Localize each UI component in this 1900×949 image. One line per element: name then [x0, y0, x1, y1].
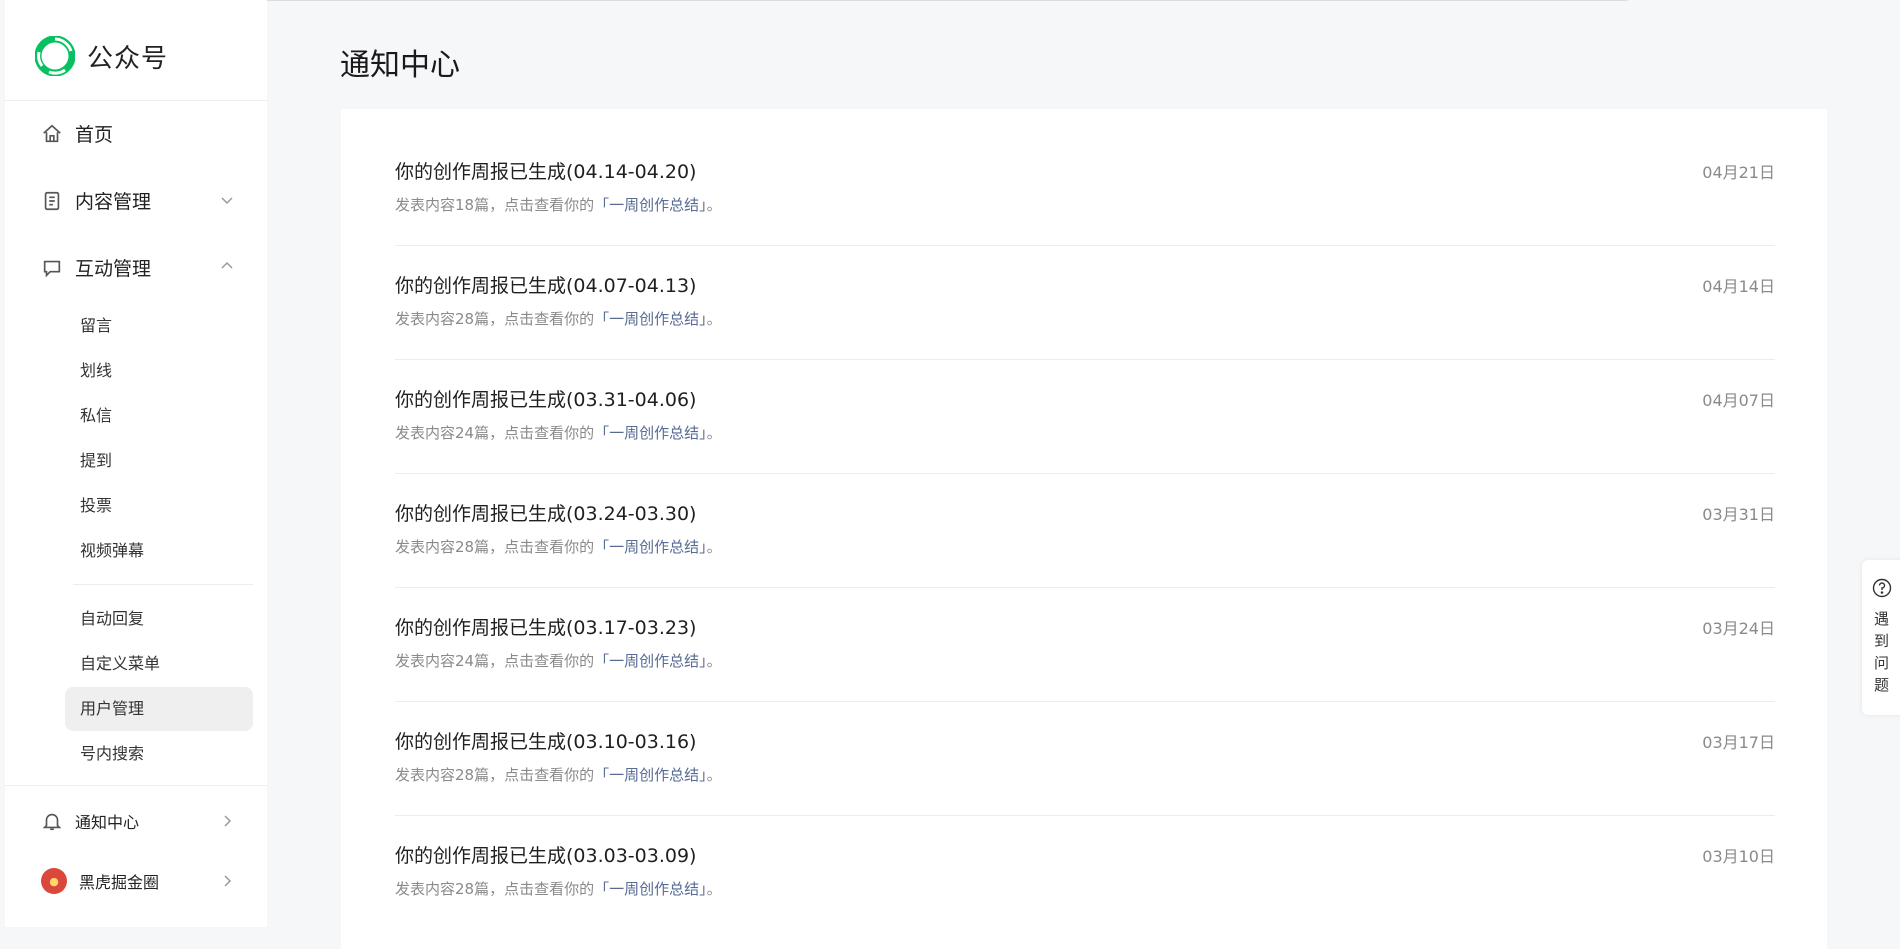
nav-content-mgmt[interactable]: 内容管理	[41, 187, 151, 214]
bell-icon	[42, 813, 62, 831]
sub-item-messages[interactable]: 私信	[65, 394, 253, 438]
weekly-summary-link[interactable]: 「一周创作总结」	[594, 766, 707, 784]
sub-item-highlights[interactable]: 划线	[65, 349, 253, 393]
nav-notifications[interactable]: 通知中心	[41, 809, 139, 833]
notice-desc-end: 。	[706, 766, 722, 784]
chevron-right-icon[interactable]	[219, 873, 235, 889]
nav-home-label: 首页	[75, 124, 114, 146]
nav-home[interactable]: 首页	[41, 120, 113, 147]
nav-account[interactable]: ● 黑虎掘金圈	[41, 868, 159, 894]
sub-item-video-danmaku[interactable]: 视频弹幕	[65, 529, 253, 573]
notice-desc-text: 发表内容18篇，点击查看你的	[395, 196, 595, 214]
notice-desc-end: 。	[706, 880, 722, 898]
logo[interactable]: 公众号	[35, 36, 168, 76]
sub-item-auto-reply[interactable]: 自动回复	[65, 597, 253, 641]
document-icon	[44, 191, 60, 210]
browser-top-edge	[150, 0, 1632, 1]
wechat-official-logo-icon	[35, 36, 75, 76]
notice-desc: 发表内容28篇，点击查看你的「一周创作总结」。	[395, 536, 722, 557]
sub-item-comments[interactable]: 留言	[65, 304, 253, 348]
notice-title: 你的创作周报已生成(03.17-03.23)	[395, 617, 697, 639]
weekly-summary-link[interactable]: 「一周创作总结」	[594, 538, 707, 556]
notice-desc-text: 发表内容24篇，点击查看你的	[395, 424, 595, 442]
sub-item-votes[interactable]: 投票	[65, 484, 253, 528]
notice-date: 03月31日	[1702, 505, 1775, 524]
sub-item-account-search[interactable]: 号内搜索	[65, 732, 253, 776]
notice-desc-end: 。	[706, 538, 722, 556]
notice-date: 04月21日	[1702, 163, 1775, 182]
sidebar: 公众号 首页 内容管理 互动管理 留言 划线 私信 提到 投票 视频弹幕 自动回…	[5, 0, 267, 927]
notification-list: 你的创作周报已生成(04.14-04.20) 发表内容18篇，点击查看你的「一周…	[341, 109, 1827, 949]
account-name: 黑虎掘金圈	[79, 873, 160, 892]
notice-desc-text: 发表内容28篇，点击查看你的	[395, 310, 595, 328]
notice-item[interactable]: 你的创作周报已生成(03.17-03.23) 发表内容24篇，点击查看你的「一周…	[395, 587, 1775, 702]
notice-desc-text: 发表内容28篇，点击查看你的	[395, 766, 595, 784]
weekly-summary-link[interactable]: 「一周创作总结」	[594, 652, 707, 670]
notice-date: 04月07日	[1702, 391, 1775, 410]
nav-notifications-label: 通知中心	[75, 813, 140, 832]
notice-desc-text: 发表内容24篇，点击查看你的	[395, 652, 595, 670]
notice-item[interactable]: 你的创作周报已生成(03.03-03.09) 发表内容28篇，点击查看你的「一周…	[395, 815, 1775, 929]
notice-desc-end: 。	[706, 196, 722, 214]
notice-desc: 发表内容24篇，点击查看你的「一周创作总结」。	[395, 650, 722, 671]
sub-item-user-mgmt[interactable]: 用户管理	[65, 687, 253, 731]
sub-item-custom-menu[interactable]: 自定义菜单	[65, 642, 253, 686]
notice-desc-text: 发表内容28篇，点击查看你的	[395, 880, 595, 898]
app-name: 公众号	[87, 43, 169, 74]
weekly-summary-link[interactable]: 「一周创作总结」	[594, 196, 707, 214]
notice-item[interactable]: 你的创作周报已生成(03.31-04.06) 发表内容24篇，点击查看你的「一周…	[395, 359, 1775, 474]
chevron-up-icon[interactable]	[219, 258, 235, 274]
chevron-down-icon[interactable]	[219, 192, 235, 208]
notice-date: 03月24日	[1702, 619, 1775, 638]
notice-item[interactable]: 你的创作周报已生成(04.07-04.13) 发表内容28篇，点击查看你的「一周…	[395, 245, 1775, 360]
notice-item[interactable]: 你的创作周报已生成(03.24-03.30) 发表内容28篇，点击查看你的「一周…	[395, 473, 1775, 588]
notice-date: 03月10日	[1702, 847, 1775, 866]
help-widget[interactable]: 遇到问题	[1862, 560, 1900, 715]
notice-title: 你的创作周报已生成(03.24-03.30)	[395, 503, 697, 525]
notice-item[interactable]: 你的创作周报已生成(04.14-04.20) 发表内容18篇，点击查看你的「一周…	[395, 131, 1775, 246]
notice-desc-end: 。	[706, 310, 722, 328]
account-avatar: ●	[41, 868, 67, 894]
weekly-summary-link[interactable]: 「一周创作总结」	[594, 310, 707, 328]
nav-interaction-mgmt[interactable]: 互动管理	[41, 254, 151, 281]
page-title: 通知中心	[340, 48, 460, 83]
sidebar-divider	[5, 100, 267, 101]
notice-date: 04月14日	[1702, 277, 1775, 296]
notice-desc: 发表内容28篇，点击查看你的「一周创作总结」。	[395, 878, 722, 899]
sub-item-mentions[interactable]: 提到	[65, 439, 253, 483]
nav-interaction-mgmt-label: 互动管理	[75, 258, 152, 280]
sidebar-divider-bottom	[5, 785, 267, 786]
chevron-right-icon[interactable]	[219, 813, 235, 829]
notice-desc: 发表内容24篇，点击查看你的「一周创作总结」。	[395, 422, 722, 443]
notice-desc: 发表内容28篇，点击查看你的「一周创作总结」。	[395, 764, 722, 785]
notice-desc-text: 发表内容28篇，点击查看你的	[395, 538, 595, 556]
notice-title: 你的创作周报已生成(03.10-03.16)	[395, 731, 697, 753]
notice-title: 你的创作周报已生成(03.03-03.09)	[395, 845, 697, 867]
submenu-divider	[73, 584, 253, 585]
notice-title: 你的创作周报已生成(04.07-04.13)	[395, 275, 697, 297]
nav-content-mgmt-label: 内容管理	[75, 191, 152, 213]
notice-desc-end: 。	[706, 652, 722, 670]
help-label: 遇到问题	[1874, 610, 1890, 694]
home-icon	[43, 124, 61, 142]
notice-desc: 发表内容28篇，点击查看你的「一周创作总结」。	[395, 308, 722, 329]
weekly-summary-link[interactable]: 「一周创作总结」	[594, 424, 707, 442]
notice-title: 你的创作周报已生成(03.31-04.06)	[395, 389, 697, 411]
message-icon	[43, 260, 61, 277]
notice-desc: 发表内容18篇，点击查看你的「一周创作总结」。	[395, 194, 722, 215]
weekly-summary-link[interactable]: 「一周创作总结」	[594, 880, 707, 898]
notice-date: 03月17日	[1702, 733, 1775, 752]
question-icon	[1872, 578, 1892, 598]
notice-item[interactable]: 你的创作周报已生成(03.10-03.16) 发表内容28篇，点击查看你的「一周…	[395, 701, 1775, 816]
notice-desc-end: 。	[706, 424, 722, 442]
notice-title: 你的创作周报已生成(04.14-04.20)	[395, 161, 697, 183]
